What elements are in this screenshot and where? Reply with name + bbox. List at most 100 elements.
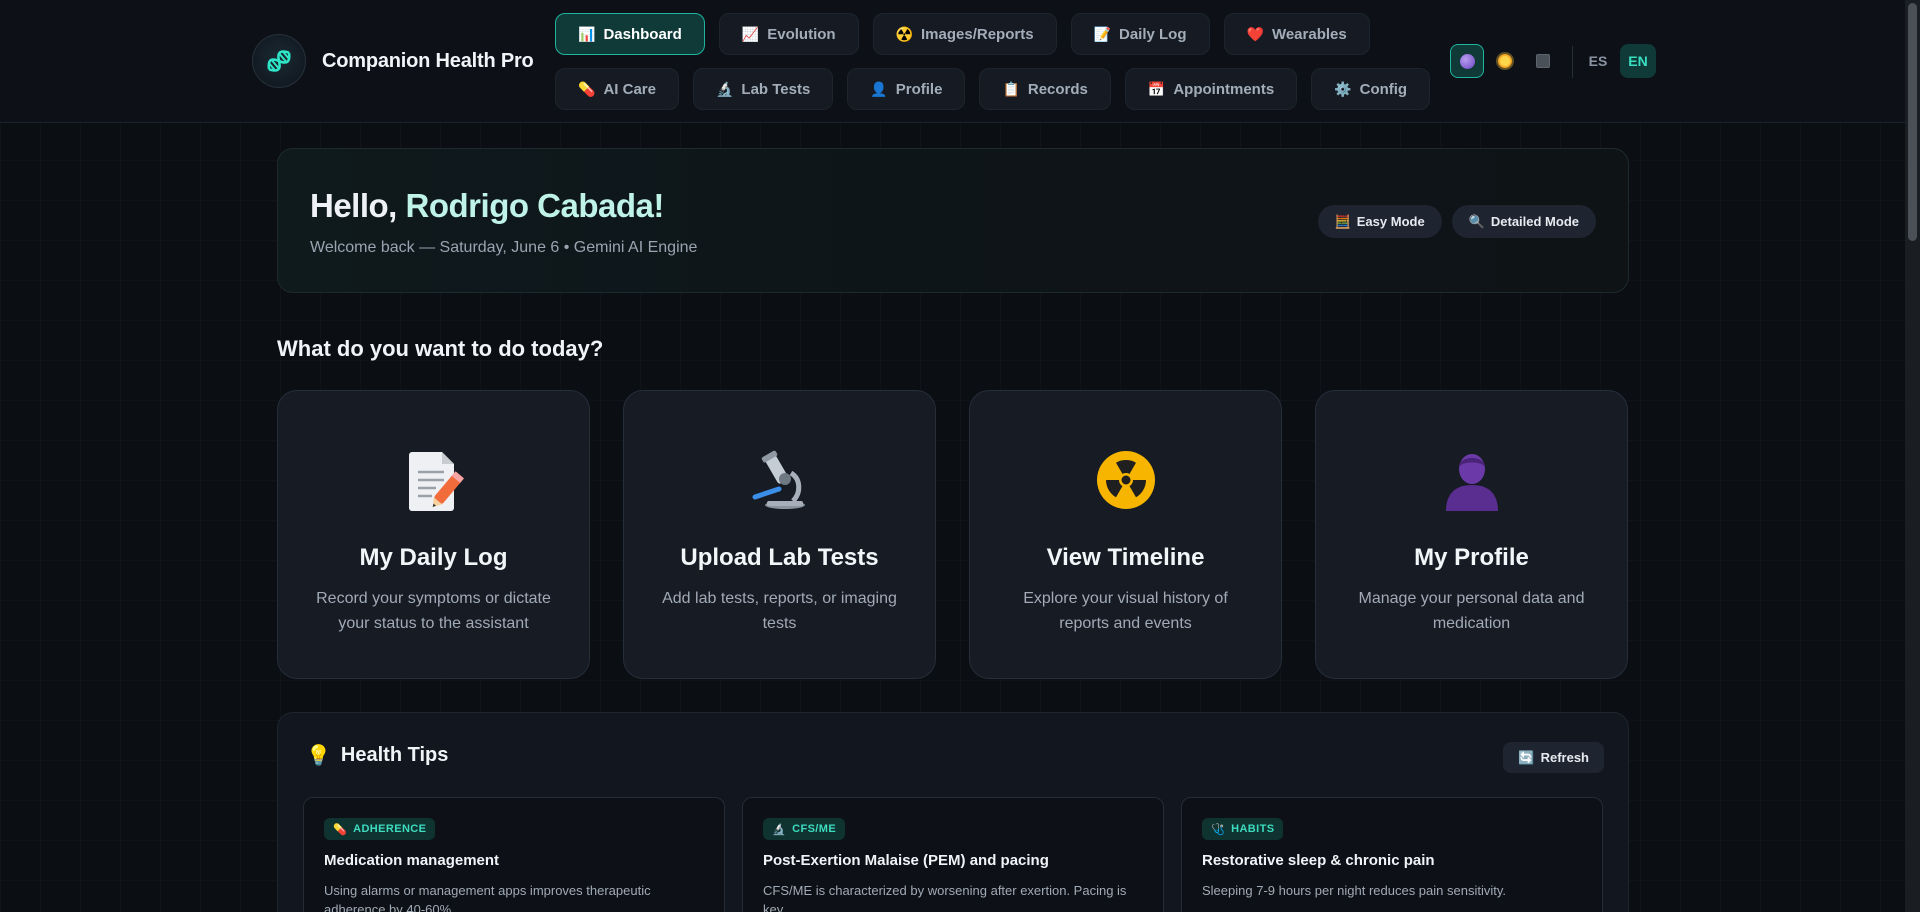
action-card-my-profile[interactable]: My Profile Manage your personal data and… — [1315, 390, 1628, 679]
radioactive-icon: ☢️ — [895, 26, 913, 42]
page-title: Hello, Rodrigo Cabada! — [310, 187, 664, 225]
tab-records[interactable]: 📋 Records — [979, 68, 1111, 110]
brand-name: Companion Health Pro — [322, 49, 534, 72]
theme-purple-button[interactable] — [1450, 44, 1484, 78]
theme-light-button[interactable] — [1488, 44, 1522, 78]
tip-badge: 🩺 HABITS — [1202, 818, 1284, 840]
refresh-label: Refresh — [1540, 750, 1589, 765]
tab-evolution[interactable]: 📈 Evolution — [718, 13, 859, 55]
refresh-button[interactable]: 🔄 Refresh — [1503, 742, 1604, 773]
microscope-icon: 🔬 — [772, 823, 787, 836]
header-divider — [1572, 46, 1573, 78]
radioactive-icon — [1092, 446, 1160, 514]
card-description: Explore your visual history of reports a… — [1023, 590, 1228, 632]
language-switcher: ES EN — [1580, 44, 1656, 78]
tip-text: CFS/ME is characterized by worsening aft… — [763, 883, 1127, 912]
gear-icon: ⚙️ — [1334, 81, 1352, 97]
tip-badge: 💊 ADHERENCE — [324, 818, 436, 840]
tab-daily-log[interactable]: 📝 Daily Log — [1070, 13, 1210, 55]
tip-title: Post-Exertion Malaise (PEM) and pacing — [763, 852, 1049, 869]
tab-label: AI Care — [603, 80, 656, 98]
tip-title: Medication management — [324, 852, 500, 869]
welcome-subtitle: Welcome back — Saturday, June 6 • Gemini… — [310, 239, 698, 256]
action-card-view-timeline[interactable]: View Timeline Explore your visual histor… — [969, 390, 1282, 679]
theme-switcher — [1450, 44, 1560, 78]
tip-badge: 🔬 CFS/ME — [763, 818, 846, 840]
tab-dashboard[interactable]: 📊 Dashboard — [555, 13, 705, 55]
tab-config[interactable]: ⚙️ Config — [1311, 68, 1431, 110]
stethoscope-icon: 🩺 — [1211, 823, 1226, 836]
card-description: Manage your personal data and medication — [1358, 590, 1585, 632]
tip-text: Sleeping 7-9 hours per night reduces pai… — [1202, 883, 1506, 898]
pill-icon: 💊 — [333, 823, 348, 836]
user-name: Rodrigo Cabada! — [405, 187, 665, 224]
tip-badge-label: CFS/ME — [792, 823, 837, 835]
theme-dark-button[interactable] — [1526, 44, 1560, 78]
nav-row-secondary: 💊 AI Care 🔬 Lab Tests 👤 Profile 📋 Record… — [555, 68, 1431, 110]
dna-icon — [252, 34, 306, 88]
memo-icon — [400, 446, 468, 514]
section-title: What do you want to do today? — [277, 336, 604, 361]
tab-label: Config — [1359, 80, 1408, 98]
tab-label: Daily Log — [1118, 25, 1187, 43]
lang-es-button[interactable]: ES — [1580, 44, 1616, 78]
tab-ai-care[interactable]: 💊 AI Care — [555, 68, 679, 110]
lightbulb-icon: 💡 — [306, 745, 331, 767]
sun-icon — [1498, 54, 1512, 68]
pill-icon: 💊 — [578, 81, 596, 97]
welcome-banner: Hello, Rodrigo Cabada! Welcome back — Sa… — [277, 148, 1629, 293]
tips-header: 💡 Health Tips — [306, 743, 448, 768]
tab-label: Images/Reports — [921, 25, 1034, 43]
quick-actions: My Daily Log Record your symptoms or dic… — [277, 390, 1628, 679]
easy-mode-label: Easy Mode — [1356, 214, 1425, 229]
card-title: Upload Lab Tests — [680, 544, 879, 571]
microscope-icon: 🔬 — [715, 81, 734, 97]
tab-label: Wearables — [1271, 25, 1347, 43]
mode-toggle: 🧮 Easy Mode 🔍 Detailed Mode — [1317, 205, 1596, 238]
card-title: View Timeline — [1046, 544, 1205, 571]
app-header: Companion Health Pro 📊 Dashboard 📈 Evolu… — [0, 0, 1905, 123]
tip-text: Using alarms or management apps improves… — [324, 883, 651, 912]
tip-card[interactable]: 🔬 CFS/ME Post-Exertion Malaise (PEM) and… — [742, 797, 1164, 912]
page-scrollbar[interactable] — [1905, 0, 1920, 912]
memo-icon: 📝 — [1093, 26, 1111, 42]
calendar-icon: 📅 — [1147, 81, 1166, 97]
trend-up-icon: 📈 — [741, 26, 760, 42]
lang-en-button[interactable]: EN — [1620, 44, 1656, 78]
action-card-daily-log[interactable]: My Daily Log Record your symptoms or dic… — [277, 390, 590, 679]
card-title: My Daily Log — [359, 544, 508, 571]
health-tips-panel: 💡 Health Tips 🔄 Refresh 💊 ADHERENCE Medi… — [277, 712, 1629, 912]
magnifier-icon: 🔍 — [1468, 213, 1485, 229]
action-card-upload-lab-tests[interactable]: Upload Lab Tests Add lab tests, reports,… — [623, 390, 936, 679]
tip-card[interactable]: 💊 ADHERENCE Medication management Using … — [303, 797, 725, 912]
tab-label: Dashboard — [603, 25, 682, 43]
card-title: My Profile — [1414, 544, 1529, 571]
scrollbar-thumb[interactable] — [1908, 3, 1917, 241]
brand[interactable]: Companion Health Pro — [252, 34, 534, 88]
greeting-text: Hello, — [310, 187, 406, 224]
nav-row-primary: 📊 Dashboard 📈 Evolution ☢️ Images/Report… — [555, 13, 1370, 55]
tip-list: 💊 ADHERENCE Medication management Using … — [303, 797, 1603, 912]
refresh-icon: 🔄 — [1518, 749, 1535, 765]
microscope-icon — [746, 446, 814, 514]
tip-badge-label: HABITS — [1231, 823, 1275, 835]
card-description: Add lab tests, reports, or imaging tests — [662, 590, 897, 632]
tab-images-reports[interactable]: ☢️ Images/Reports — [872, 13, 1057, 55]
tip-badge-label: ADHERENCE — [353, 823, 427, 835]
tab-label: Records — [1027, 80, 1088, 98]
tips-title: Health Tips — [340, 744, 449, 766]
tab-profile[interactable]: 👤 Profile — [847, 68, 966, 110]
card-description: Record your symptoms or dictate your sta… — [316, 590, 551, 632]
user-icon — [1438, 446, 1506, 514]
tab-wearables[interactable]: ❤️ Wearables — [1223, 13, 1370, 55]
chart-icon: 📊 — [578, 26, 596, 42]
tab-label: Appointments — [1173, 80, 1275, 98]
easy-mode-button[interactable]: 🧮 Easy Mode — [1317, 205, 1442, 238]
detailed-mode-button[interactable]: 🔍 Detailed Mode — [1451, 205, 1596, 238]
abacus-icon: 🧮 — [1334, 213, 1351, 229]
tab-appointments[interactable]: 📅 Appointments — [1124, 68, 1298, 110]
tip-card[interactable]: 🩺 HABITS Restorative sleep & chronic pai… — [1181, 797, 1603, 912]
tab-label: Profile — [895, 80, 943, 98]
tab-lab-tests[interactable]: 🔬 Lab Tests — [692, 68, 834, 110]
square-icon — [1536, 54, 1550, 68]
